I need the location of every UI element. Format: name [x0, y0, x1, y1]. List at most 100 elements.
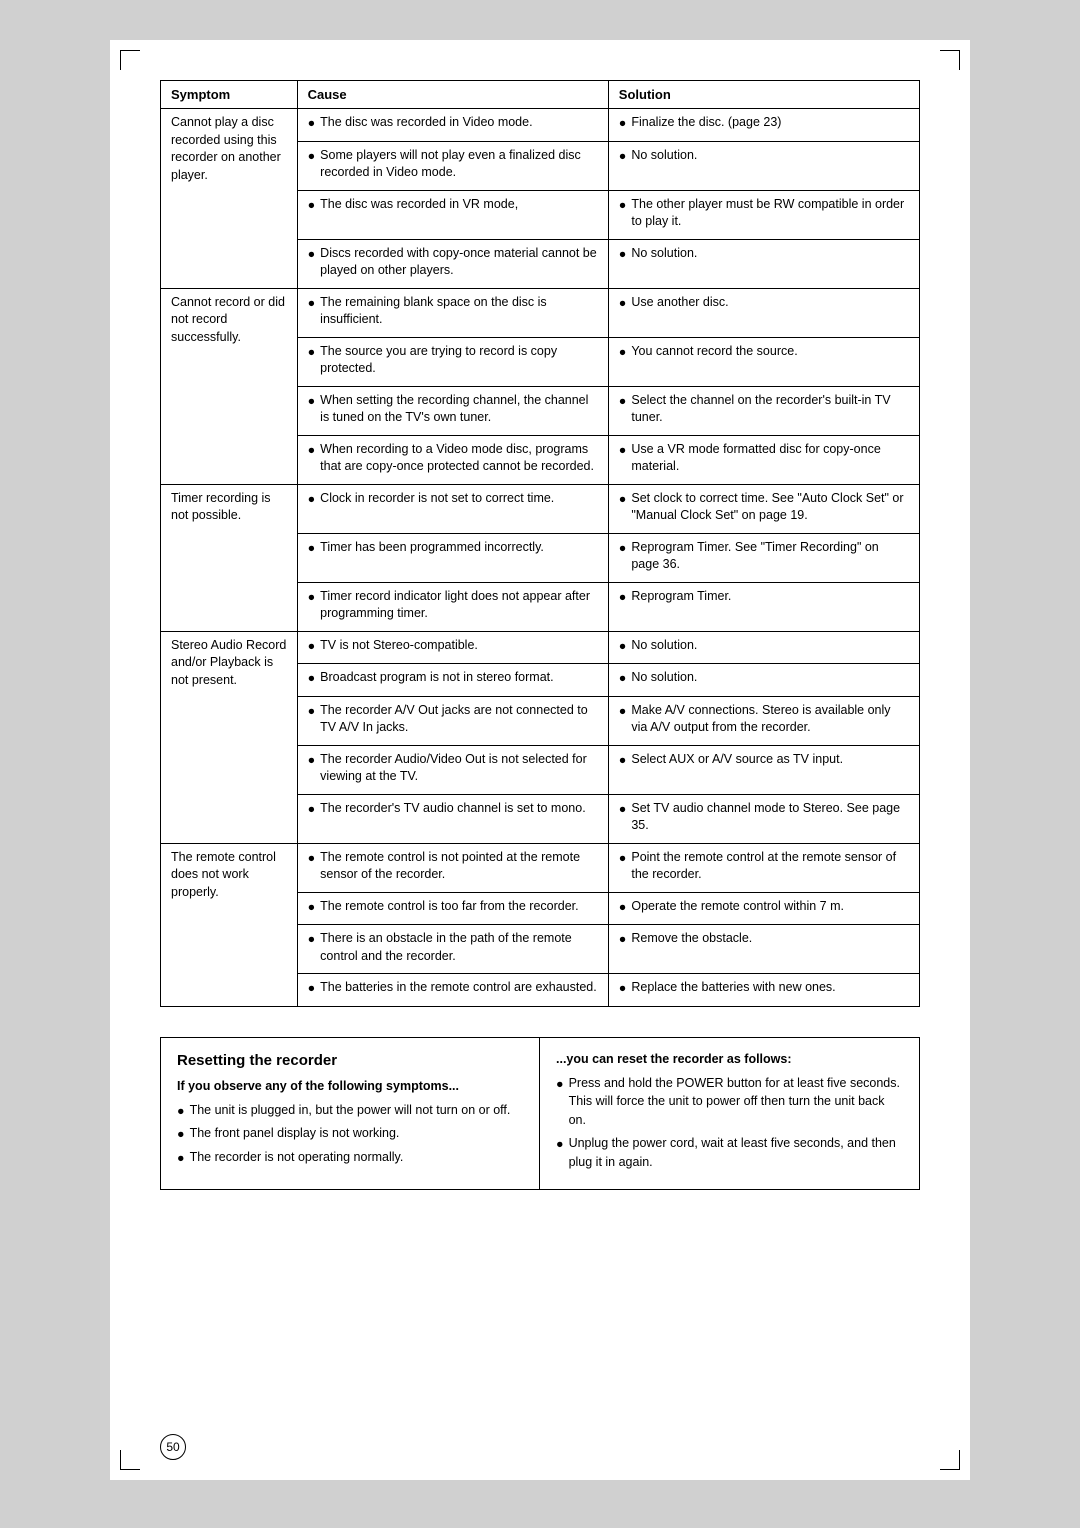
solution-cell: ●You cannot record the source. — [608, 337, 919, 386]
solution-text: Point the remote control at the remote s… — [631, 849, 909, 884]
cause-text: Timer has been programmed incorrectly. — [320, 539, 598, 557]
cause-cell: ●The recorder Audio/Video Out is not sel… — [297, 745, 608, 794]
bullet-icon: ● — [556, 1075, 564, 1094]
cause-text: The recorder Audio/Video Out is not sele… — [320, 751, 598, 786]
cause-cell: ●The remaining blank space on the disc i… — [297, 288, 608, 337]
solution-text: You cannot record the source. — [631, 343, 909, 361]
bullet-icon: ● — [619, 703, 627, 721]
cause-text: The remote control is too far from the r… — [320, 898, 598, 916]
cause-cell: ●The recorder's TV audio channel is set … — [297, 794, 608, 843]
symptom-cell: Cannot record or did not record successf… — [161, 288, 298, 484]
bullet-icon: ● — [308, 442, 316, 460]
corner-mark-bl — [120, 1450, 140, 1470]
bullet-icon: ● — [308, 344, 316, 362]
reset-left-bullet-item: ● The recorder is not operating normally. — [177, 1148, 523, 1168]
reset-bullet-text: Press and hold the POWER button for at l… — [569, 1074, 903, 1130]
cause-cell: ●The source you are trying to record is … — [297, 337, 608, 386]
solution-cell: ●Select AUX or A/V source as TV input. — [608, 745, 919, 794]
cause-text: When setting the recording channel, the … — [320, 392, 598, 427]
solution-text: Finalize the disc. (page 23) — [631, 114, 909, 132]
solution-cell: ●Set clock to correct time. See "Auto Cl… — [608, 484, 919, 533]
bullet-icon: ● — [177, 1102, 185, 1121]
cause-cell: ●Some players will not play even a final… — [297, 141, 608, 190]
solution-cell: ●Remove the obstacle. — [608, 925, 919, 974]
bullet-icon: ● — [308, 752, 316, 770]
bullet-icon: ● — [619, 850, 627, 868]
bullet-icon: ● — [308, 115, 316, 133]
solution-text: Set TV audio channel mode to Stereo. See… — [631, 800, 909, 835]
bullet-icon: ● — [619, 344, 627, 362]
cause-cell: ●The disc was recorded in Video mode. — [297, 109, 608, 142]
solution-cell: ●The other player must be RW compatible … — [608, 190, 919, 239]
cause-text: Timer record indicator light does not ap… — [320, 588, 598, 623]
cause-cell: ●The disc was recorded in VR mode, — [297, 190, 608, 239]
reset-left-subtitle: If you observe any of the following symp… — [177, 1079, 523, 1093]
bullet-icon: ● — [177, 1149, 185, 1168]
bullet-icon: ● — [177, 1125, 185, 1144]
corner-mark-tr — [940, 50, 960, 70]
reset-right-subtitle: ...you can reset the recorder as follows… — [556, 1052, 903, 1066]
solution-text: No solution. — [631, 669, 909, 687]
solution-text: Reprogram Timer. — [631, 588, 909, 606]
bullet-icon: ● — [308, 931, 316, 949]
bullet-icon: ● — [308, 491, 316, 509]
cause-cell: ●The recorder A/V Out jacks are not conn… — [297, 696, 608, 745]
bullet-icon: ● — [619, 295, 627, 313]
bullet-icon: ● — [619, 246, 627, 264]
bullet-icon: ● — [619, 589, 627, 607]
solution-cell: ●Finalize the disc. (page 23) — [608, 109, 919, 142]
bullet-icon: ● — [308, 850, 316, 868]
bullet-icon: ● — [619, 670, 627, 688]
troubleshooting-table: Symptom Cause Solution Cannot play a dis… — [160, 80, 920, 1007]
solution-cell: ●Reprogram Timer. See "Timer Recording" … — [608, 533, 919, 582]
solution-cell: ●Select the channel on the recorder's bu… — [608, 386, 919, 435]
cause-cell: ●When setting the recording channel, the… — [297, 386, 608, 435]
cause-text: The remote control is not pointed at the… — [320, 849, 598, 884]
bullet-icon: ● — [619, 393, 627, 411]
solution-text: Use another disc. — [631, 294, 909, 312]
solution-cell: ●Operate the remote control within 7 m. — [608, 892, 919, 925]
bullet-icon: ● — [619, 148, 627, 166]
cause-cell: ●The remote control is not pointed at th… — [297, 843, 608, 892]
solution-cell: ●Reprogram Timer. — [608, 582, 919, 631]
header-cause: Cause — [297, 81, 608, 109]
corner-mark-br — [940, 1450, 960, 1470]
reset-left-bullet-item: ● The unit is plugged in, but the power w… — [177, 1101, 523, 1121]
reset-bullet-text: The recorder is not operating normally. — [190, 1148, 523, 1167]
cause-cell: ●The batteries in the remote control are… — [297, 974, 608, 1007]
bullet-icon: ● — [308, 589, 316, 607]
reset-bullet-text: Unplug the power cord, wait at least fiv… — [569, 1134, 903, 1172]
reset-right-bullet-item: ● Press and hold the POWER button for at … — [556, 1074, 903, 1130]
solution-cell: ●Set TV audio channel mode to Stereo. Se… — [608, 794, 919, 843]
bullet-icon: ● — [308, 980, 316, 998]
bullet-icon: ● — [619, 638, 627, 656]
reset-right-bullets: ● Press and hold the POWER button for at … — [556, 1074, 903, 1172]
cause-cell: ●There is an obstacle in the path of the… — [297, 925, 608, 974]
solution-cell: ●Replace the batteries with new ones. — [608, 974, 919, 1007]
bullet-icon: ● — [556, 1135, 564, 1154]
cause-cell: ●Discs recorded with copy-once material … — [297, 239, 608, 288]
bullet-icon: ● — [308, 246, 316, 264]
solution-text: Set clock to correct time. See "Auto Clo… — [631, 490, 909, 525]
solution-text: The other player must be RW compatible i… — [631, 196, 909, 231]
cause-text: The recorder's TV audio channel is set t… — [320, 800, 598, 818]
cause-text: The source you are trying to record is c… — [320, 343, 598, 378]
bullet-icon: ● — [619, 540, 627, 558]
bullet-icon: ● — [308, 670, 316, 688]
reset-section: Resetting the recorder If you observe an… — [160, 1037, 920, 1191]
reset-left-panel: Resetting the recorder If you observe an… — [161, 1038, 540, 1190]
corner-mark-tl — [120, 50, 140, 70]
reset-bullet-text: The unit is plugged in, but the power wi… — [190, 1101, 523, 1120]
solution-text: Reprogram Timer. See "Timer Recording" o… — [631, 539, 909, 574]
symptom-cell: Cannot play a disc recorded using this r… — [161, 109, 298, 289]
cause-cell: ●Clock in recorder is not set to correct… — [297, 484, 608, 533]
symptom-cell: Stereo Audio Record and/or Playback is n… — [161, 631, 298, 843]
solution-cell: ●No solution. — [608, 239, 919, 288]
cause-text: Broadcast program is not in stereo forma… — [320, 669, 598, 687]
bullet-icon: ● — [308, 197, 316, 215]
bullet-icon: ● — [619, 899, 627, 917]
bullet-icon: ● — [619, 801, 627, 819]
bullet-icon: ● — [308, 393, 316, 411]
bullet-icon: ● — [619, 442, 627, 460]
bullet-icon: ● — [619, 197, 627, 215]
